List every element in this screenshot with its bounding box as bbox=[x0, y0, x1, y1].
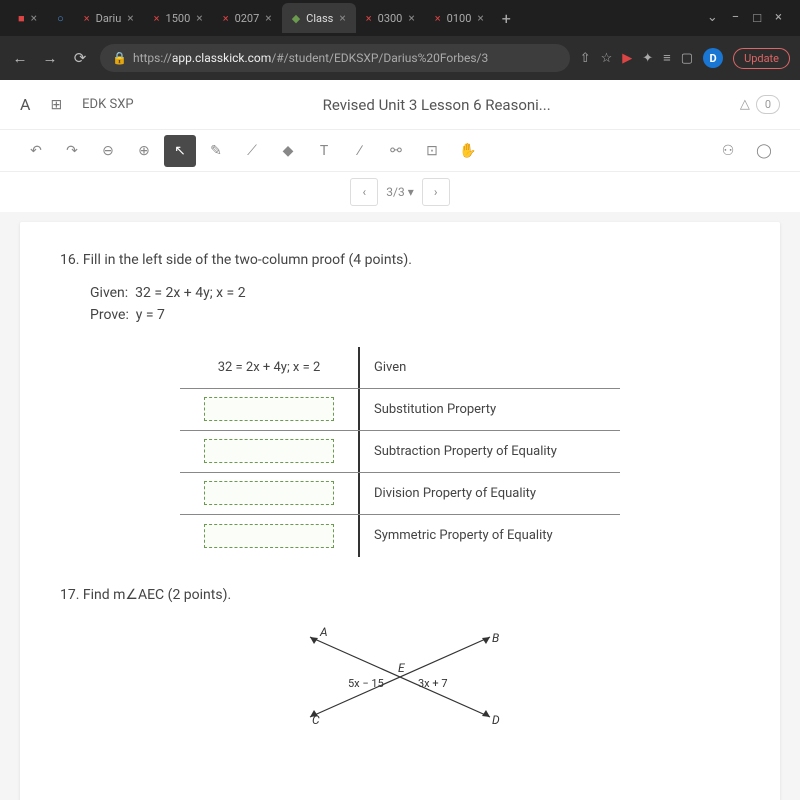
point-b-label: B bbox=[492, 631, 499, 645]
proof-reason: Given bbox=[360, 360, 620, 375]
geometry-figure: A B C D E 5x − 15 3x + 7 bbox=[270, 617, 530, 737]
back-button[interactable]: ← bbox=[10, 49, 30, 67]
proof-row: Division Property of Equality bbox=[180, 473, 620, 515]
proof-statement: 32 = 2x + 4y; x = 2 bbox=[180, 347, 360, 388]
close-icon[interactable]: × bbox=[154, 12, 160, 25]
app-logo[interactable]: A bbox=[20, 95, 30, 114]
browser-tab[interactable]: ×Dariu× bbox=[74, 3, 144, 33]
point-c-label: C bbox=[312, 713, 320, 727]
close-icon[interactable]: × bbox=[435, 12, 441, 25]
proof-row: Symmetric Property of Equality bbox=[180, 515, 620, 557]
bell-icon[interactable]: △ bbox=[740, 97, 750, 112]
close-icon[interactable]: × bbox=[408, 11, 414, 25]
zoom-in-button[interactable]: ⊕ bbox=[128, 135, 160, 167]
question-17-prompt: 17. Find m∠AEC (2 points). bbox=[60, 587, 740, 603]
extensions-icon[interactable]: ✦ bbox=[642, 51, 653, 66]
proof-table: 32 = 2x + 4y; x = 2 Given Substitution P… bbox=[180, 347, 620, 557]
browser-tab-active[interactable]: ◆Class× bbox=[282, 3, 356, 33]
answer-input[interactable] bbox=[204, 481, 334, 505]
lesson-title: Revised Unit 3 Lesson 6 Reasoni... bbox=[154, 96, 720, 114]
angle-expr-2: 3x + 7 bbox=[418, 677, 448, 690]
zoom-out-button[interactable]: ⊖ bbox=[92, 135, 124, 167]
eraser-tool[interactable]: ◆ bbox=[272, 135, 304, 167]
class-name: EDK SXP bbox=[82, 97, 133, 112]
window-controls: ⌄ − □ × bbox=[707, 10, 792, 26]
browser-tab[interactable]: ○ bbox=[47, 3, 74, 33]
url-input[interactable]: 🔒 https://app.classkick.com/#/student/ED… bbox=[100, 44, 570, 72]
close-window-icon[interactable]: × bbox=[775, 10, 782, 26]
answer-input[interactable] bbox=[204, 439, 334, 463]
undo-button[interactable]: ↶ bbox=[20, 135, 52, 167]
proof-reason: Substitution Property bbox=[360, 402, 620, 417]
point-a-label: A bbox=[320, 625, 328, 639]
given-prove-block: Given: 32 = 2x + 4y; x = 2 Prove: y = 7 bbox=[90, 282, 740, 327]
point-e-label: E bbox=[398, 661, 405, 675]
lock-icon: 🔒 bbox=[112, 51, 127, 65]
close-icon[interactable]: × bbox=[366, 12, 372, 25]
proof-reason: Subtraction Property of Equality bbox=[360, 444, 620, 459]
answer-input[interactable] bbox=[204, 524, 334, 548]
reload-button[interactable]: ⟳ bbox=[70, 49, 90, 67]
app-header: A ⊞ EDK SXP Revised Unit 3 Lesson 6 Reas… bbox=[0, 80, 800, 130]
grid-icon[interactable]: ⊞ bbox=[50, 97, 62, 113]
angle-expr-1: 5x − 15 bbox=[348, 677, 384, 690]
link-tool[interactable]: ⚯ bbox=[380, 135, 412, 167]
answer-input[interactable] bbox=[204, 397, 334, 421]
proof-reason: Symmetric Property of Equality bbox=[360, 528, 620, 543]
tab-bar: ■× ○ ×Dariu× ×1500× ×0207× ◆Class× ×0300… bbox=[0, 0, 800, 36]
share-icon[interactable]: ⇧ bbox=[580, 51, 591, 66]
toolbar: ↶ ↷ ⊖ ⊕ ↖ ✎ ⟋ ◆ T ∕ ⚯ ⊡ ✋ ⚇ ◯ bbox=[0, 130, 800, 172]
camera-tool[interactable]: ⊡ bbox=[416, 135, 448, 167]
next-page-button[interactable]: › bbox=[422, 178, 450, 206]
video-icon[interactable]: ▶ bbox=[622, 51, 632, 66]
update-button[interactable]: Update bbox=[733, 48, 790, 69]
minimize-icon[interactable]: − bbox=[732, 10, 739, 26]
proof-row: Substitution Property bbox=[180, 389, 620, 431]
prev-page-button[interactable]: ‹ bbox=[350, 178, 378, 206]
notification-count: 0 bbox=[756, 95, 780, 114]
browser-tab[interactable]: ×0300× bbox=[356, 3, 425, 33]
avatar[interactable]: D bbox=[703, 48, 723, 68]
settings-icon[interactable]: ◯ bbox=[748, 135, 780, 167]
browser-tab[interactable]: ×0207× bbox=[213, 3, 282, 33]
panel-icon[interactable]: ▢ bbox=[681, 51, 693, 66]
proof-row: Subtraction Property of Equality bbox=[180, 431, 620, 473]
star-icon[interactable]: ☆ bbox=[601, 51, 613, 66]
page-indicator[interactable]: 3/3 ▾ bbox=[386, 185, 413, 199]
point-d-label: D bbox=[492, 713, 500, 727]
browser-tab[interactable]: ■× bbox=[8, 3, 47, 33]
raise-hand-tool[interactable]: ✋ bbox=[452, 135, 484, 167]
proof-row: 32 = 2x + 4y; x = 2 Given bbox=[180, 347, 620, 389]
close-icon[interactable]: × bbox=[127, 11, 133, 25]
question-16-prompt: 16. Fill in the left side of the two-col… bbox=[60, 252, 740, 268]
close-icon[interactable]: × bbox=[339, 11, 345, 25]
redo-button[interactable]: ↷ bbox=[56, 135, 88, 167]
close-icon[interactable]: × bbox=[196, 11, 202, 25]
person-icon[interactable]: ⚇ bbox=[712, 135, 744, 167]
pen-tool[interactable]: ✎ bbox=[200, 135, 232, 167]
close-icon[interactable]: × bbox=[265, 11, 271, 25]
close-icon[interactable]: × bbox=[223, 12, 229, 25]
browser-tab[interactable]: ×0100× bbox=[425, 3, 494, 33]
new-tab-button[interactable]: + bbox=[494, 9, 519, 28]
proof-reason: Division Property of Equality bbox=[360, 486, 620, 501]
app-content: A ⊞ EDK SXP Revised Unit 3 Lesson 6 Reas… bbox=[0, 80, 800, 800]
page-navigator: ‹ 3/3 ▾ › bbox=[0, 172, 800, 212]
address-bar: ← → ⟳ 🔒 https://app.classkick.com/#/stud… bbox=[0, 36, 800, 80]
cursor-tool[interactable]: ↖ bbox=[164, 135, 196, 167]
maximize-icon[interactable]: □ bbox=[753, 10, 761, 26]
chevron-down-icon[interactable]: ⌄ bbox=[707, 10, 718, 26]
forward-button[interactable]: → bbox=[40, 49, 60, 67]
browser-tab[interactable]: ×1500× bbox=[144, 3, 213, 33]
close-icon[interactable]: × bbox=[84, 12, 90, 25]
browser-chrome: ■× ○ ×Dariu× ×1500× ×0207× ◆Class× ×0300… bbox=[0, 0, 800, 80]
worksheet: 16. Fill in the left side of the two-col… bbox=[20, 222, 780, 800]
close-icon[interactable]: × bbox=[31, 11, 37, 25]
list-icon[interactable]: ≡ bbox=[663, 50, 671, 66]
close-icon[interactable]: × bbox=[477, 11, 483, 25]
text-tool[interactable]: T bbox=[308, 135, 340, 167]
highlighter-tool[interactable]: ⟋ bbox=[236, 135, 268, 167]
line-tool[interactable]: ∕ bbox=[344, 135, 376, 167]
